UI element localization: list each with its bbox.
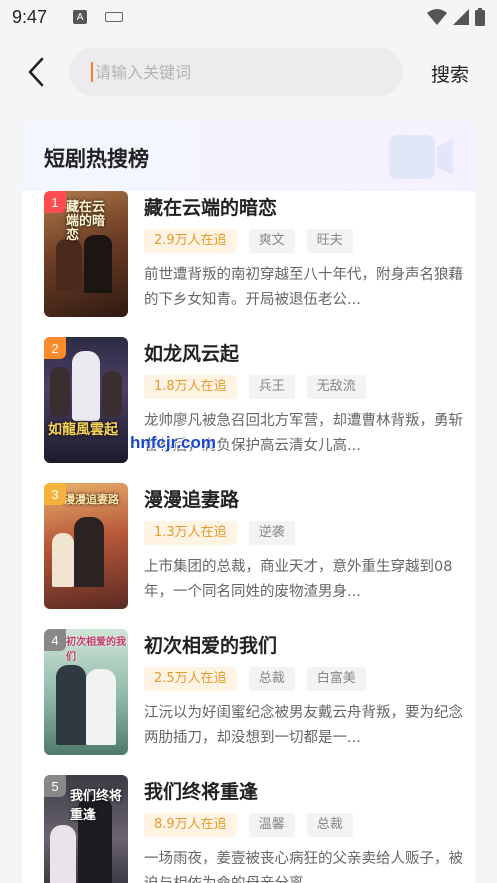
- tag-row: 2.9万人在追 爽文 旺夫: [144, 229, 464, 253]
- status-time: 9:47: [12, 6, 48, 27]
- cover-title: 我们终将重逢: [70, 789, 123, 823]
- cover-title: 初次相爱的我们: [66, 637, 126, 663]
- keyboard-icon: [105, 12, 124, 22]
- hot-search-card: 短剧热搜榜 藏在云端的暗恋 1 藏在云端的暗恋 2.9万人在追 爽文 旺夫 前世…: [22, 121, 475, 883]
- back-button[interactable]: [22, 57, 50, 87]
- cover-title: 藏在云端的暗恋: [66, 200, 106, 243]
- tag-row: 8.9万人在追 温馨 总裁: [144, 813, 464, 837]
- genre-tag: 兵王: [248, 375, 295, 399]
- drama-description: 江沅以为好闺蜜纪念被男友戴云舟背叛，要为纪念两肋插刀，却没想到一切都是一...: [144, 705, 463, 746]
- drama-title: 初次相爱的我们: [144, 635, 278, 657]
- drama-title: 我们终将重逢: [144, 781, 259, 803]
- status-icons: [427, 8, 485, 26]
- list-item[interactable]: 初次相爱的我们 4 初次相爱的我们 2.5万人在追 总裁 白富美 江沅以为好闺蜜…: [44, 629, 464, 755]
- section-title: 短剧热搜榜: [44, 147, 149, 171]
- drama-title: 如龙风云起: [144, 343, 240, 365]
- watermark: hnfcjr.com: [130, 433, 216, 452]
- status-bar: 9:47 A: [0, 0, 497, 34]
- search-button[interactable]: 搜索: [431, 60, 469, 87]
- genre-tag: 爽文: [248, 229, 295, 253]
- drama-title: 漫漫追妻路: [144, 489, 240, 511]
- genre-tag: 旺夫: [306, 229, 353, 253]
- item-info: 漫漫追妻路 1.3万人在追 逆袭 上市集团的总裁，商业天才，意外重生穿越到08年…: [144, 483, 464, 605]
- rank-badge: 3: [44, 483, 66, 505]
- chevron-left-icon: [28, 57, 44, 87]
- tag-row: 1.8万人在追 兵王 无敌流: [144, 375, 464, 399]
- item-info: 藏在云端的暗恋 2.9万人在追 爽文 旺夫 前世遭背叛的南初穿越至八十年代，附身…: [144, 191, 464, 313]
- cover-title: 漫漫追妻路: [64, 493, 119, 506]
- followers-badge: 1.8万人在追: [144, 375, 237, 399]
- list-item[interactable]: 我们终将重逢 5 我们终将重逢 8.9万人在追 温馨 总裁 一场雨夜，姜壹被丧心…: [44, 775, 464, 883]
- cover-title: 如龍風雲起: [48, 422, 118, 438]
- item-info: 初次相爱的我们 2.5万人在追 总裁 白富美 江沅以为好闺蜜纪念被男友戴云舟背叛…: [144, 629, 464, 751]
- drama-description: 一场雨夜，姜壹被丧心病狂的父亲卖给人贩子，被迫与相依为命的母亲分离...: [144, 851, 463, 883]
- drama-cover[interactable]: 漫漫追妻路 3: [44, 483, 128, 609]
- drama-cover[interactable]: 我们终将重逢 5: [44, 775, 128, 883]
- rank-badge: 4: [44, 629, 66, 651]
- notification-a-icon: A: [73, 10, 88, 24]
- tag-row: 2.5万人在追 总裁 白富美: [144, 667, 464, 691]
- video-camera-icon: [389, 135, 453, 179]
- search-input[interactable]: [95, 62, 375, 82]
- drama-title: 藏在云端的暗恋: [144, 197, 278, 219]
- followers-badge: 2.5万人在追: [144, 667, 237, 691]
- drama-cover[interactable]: 如龍風雲起 2: [44, 337, 128, 463]
- drama-cover[interactable]: 藏在云端的暗恋 1: [44, 191, 128, 317]
- genre-tag: 温馨: [248, 813, 295, 837]
- drama-description: 上市集团的总裁，商业天才，意外重生穿越到08年，一个同名同姓的废物渣男身...: [144, 559, 453, 600]
- card-header: 短剧热搜榜: [22, 121, 475, 191]
- genre-tag: 总裁: [306, 813, 353, 837]
- item-info: 我们终将重逢 8.9万人在追 温馨 总裁 一场雨夜，姜壹被丧心病狂的父亲卖给人贩…: [144, 775, 464, 883]
- wifi-icon: [427, 9, 447, 25]
- text-caret: [91, 62, 93, 82]
- rank-badge: 5: [44, 775, 66, 797]
- list-item[interactable]: 漫漫追妻路 3 漫漫追妻路 1.3万人在追 逆袭 上市集团的总裁，商业天才，意外…: [44, 483, 464, 609]
- followers-badge: 2.9万人在追: [144, 229, 237, 253]
- signal-icon: [453, 9, 469, 25]
- rank-badge: 1: [44, 191, 66, 213]
- search-box[interactable]: [69, 48, 403, 96]
- tag-row: 1.3万人在追 逆袭: [144, 521, 464, 545]
- battery-icon: [475, 8, 485, 26]
- rank-badge: 2: [44, 337, 66, 359]
- genre-tag: 逆袭: [248, 521, 295, 545]
- drama-cover[interactable]: 初次相爱的我们 4: [44, 629, 128, 755]
- list-item[interactable]: 如龍風雲起 2 如龙风云起 1.8万人在追 兵王 无敌流 龙帅廖凡被急召回北方军…: [44, 337, 464, 463]
- followers-badge: 8.9万人在追: [144, 813, 237, 837]
- drama-description: 前世遭背叛的南初穿越至八十年代，附身声名狼藉的下乡女知青。开局被退伍老公...: [144, 267, 463, 308]
- genre-tag: 无敌流: [306, 375, 366, 399]
- list-item[interactable]: 藏在云端的暗恋 1 藏在云端的暗恋 2.9万人在追 爽文 旺夫 前世遭背叛的南初…: [44, 191, 464, 317]
- followers-badge: 1.3万人在追: [144, 521, 237, 545]
- genre-tag: 总裁: [248, 667, 295, 691]
- genre-tag: 白富美: [306, 667, 366, 691]
- search-row: 搜索: [0, 46, 497, 98]
